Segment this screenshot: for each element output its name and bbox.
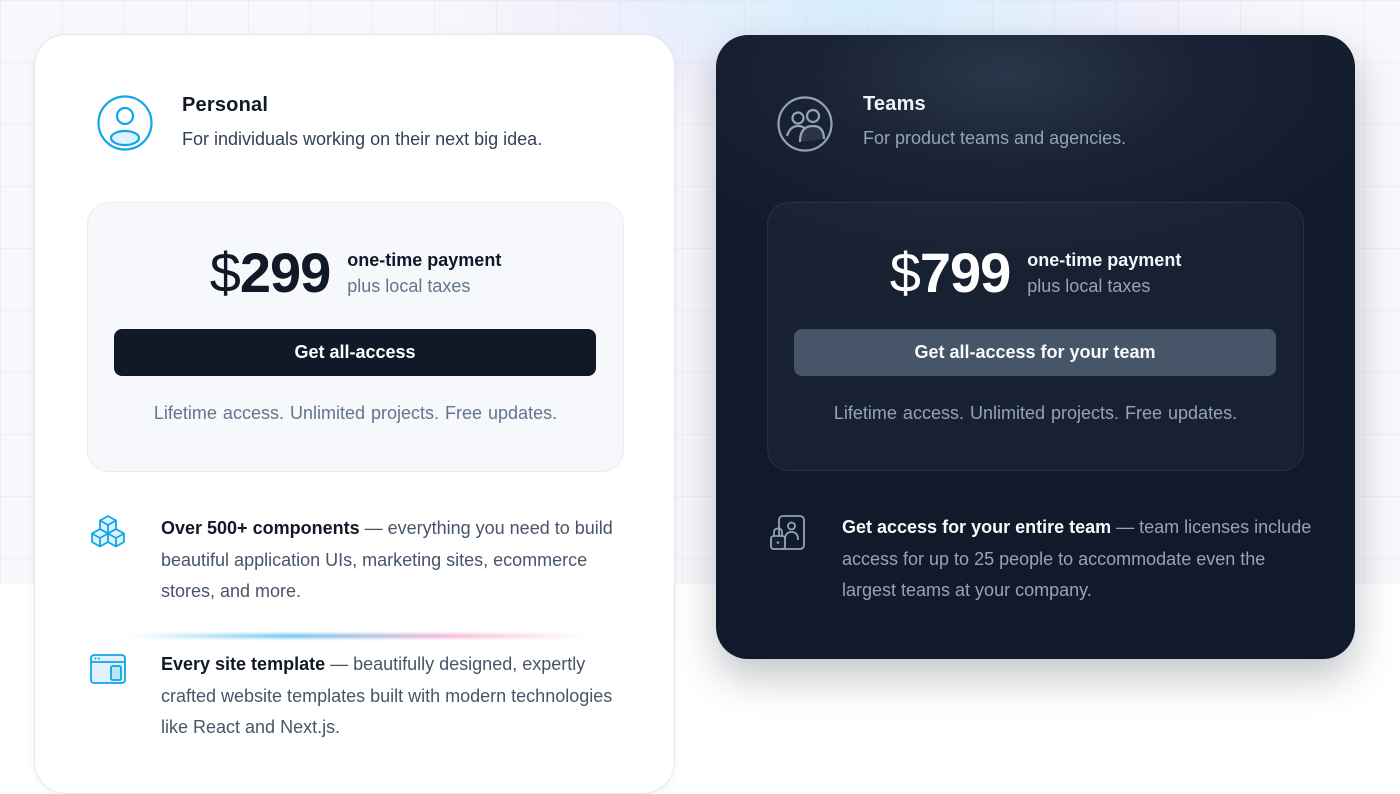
browser-window-icon [90, 654, 126, 684]
price-meta: one-time payment plus local taxes [1027, 247, 1181, 299]
get-all-access-team-button[interactable]: Get all-access for your team [794, 329, 1276, 376]
plan-title: Teams [863, 93, 926, 115]
personal-plan-card: Personal For individuals working on thei… [34, 34, 675, 794]
feature-components: Over 500+ components — everything you ne… [161, 513, 631, 608]
team-license-icon [770, 515, 805, 550]
feature-title: Get access for your entire team [842, 517, 1112, 537]
feature-title: Every site template [161, 654, 326, 674]
payment-type: one-time payment [347, 250, 502, 270]
price-meta: one-time payment plus local taxes [347, 247, 501, 299]
user-group-icon [777, 96, 833, 152]
get-all-access-button[interactable]: Get all-access [114, 329, 596, 376]
tax-note: plus local taxes [347, 276, 471, 296]
user-circle-icon [97, 95, 153, 151]
plan-description: For product teams and agencies. [863, 128, 1127, 148]
price-amount: 799 [919, 241, 1011, 304]
plan-perks: Lifetime access. Unlimited projects. Fre… [153, 403, 558, 423]
tax-note: plus local taxes [1027, 276, 1151, 296]
price-box: $299 one-time payment plus local taxes G… [87, 202, 624, 638]
plan-description: For individuals working on their next bi… [182, 129, 543, 149]
feature-title: Over 500+ components [161, 518, 360, 538]
cubes-icon [91, 515, 125, 548]
price-box: $799 one-time payment plus local taxes G… [767, 202, 1304, 471]
price-box-glow [128, 634, 588, 638]
plan-perks: Lifetime access. Unlimited projects. Fre… [833, 403, 1238, 423]
price: $299 [209, 241, 332, 305]
currency-symbol: $ [889, 241, 921, 304]
currency-symbol: $ [209, 241, 241, 304]
price-line: $299 one-time payment plus local taxes [88, 241, 623, 305]
feature-team-access: Get access for your entire team — team l… [842, 512, 1312, 607]
price-amount: 299 [239, 241, 331, 304]
plan-title: Personal [182, 94, 269, 116]
price: $799 [889, 241, 1012, 305]
price-line: $799 one-time payment plus local taxes [768, 241, 1303, 305]
teams-plan-card: Teams For product teams and agencies. $7… [716, 35, 1355, 659]
feature-templates: Every site template — beautifully design… [161, 649, 631, 744]
payment-type: one-time payment [1027, 250, 1182, 270]
